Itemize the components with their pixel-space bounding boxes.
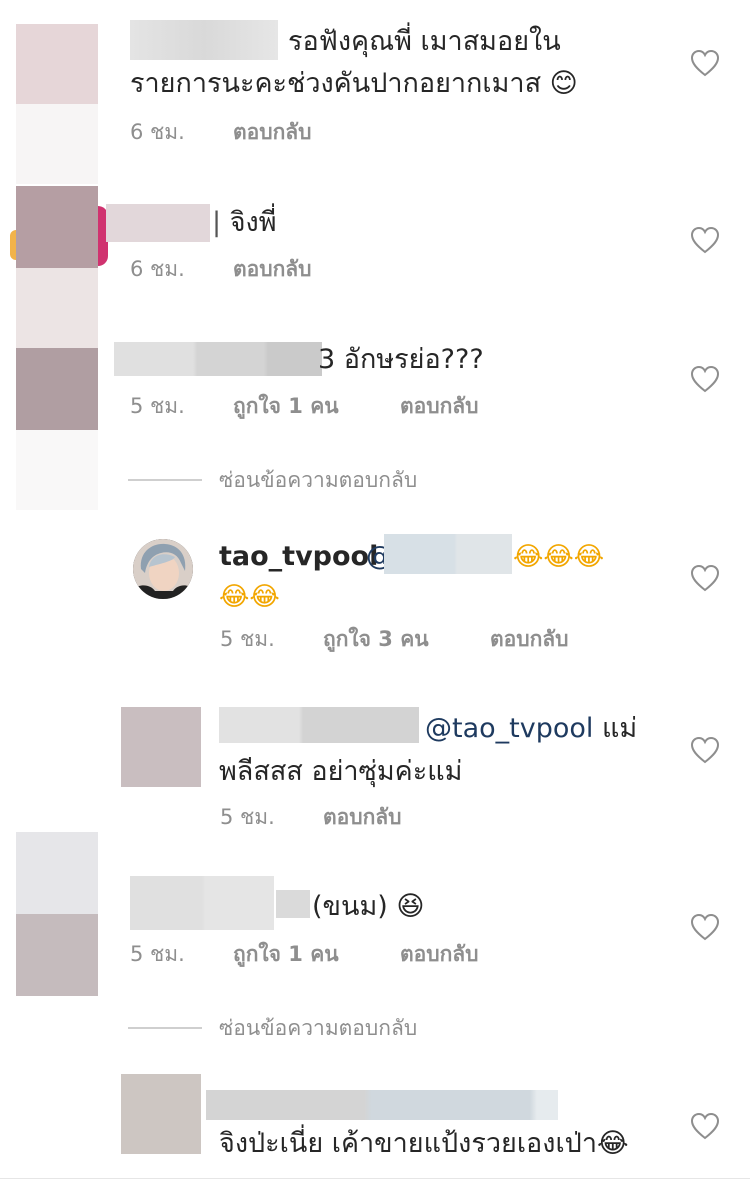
reply-button[interactable]: ตอบกลับ bbox=[400, 940, 479, 968]
timestamp: 6 ชม. bbox=[130, 120, 185, 144]
likes-count[interactable]: ถูกใจ 3 คน bbox=[323, 625, 429, 653]
emoji-laughing: 😂😂😂 bbox=[513, 542, 605, 572]
heart-icon[interactable] bbox=[690, 913, 720, 941]
likes-count[interactable]: ถูกใจ 1 คน bbox=[233, 392, 339, 420]
bottom-edge bbox=[0, 1178, 750, 1179]
divider bbox=[128, 479, 202, 481]
heart-icon[interactable] bbox=[690, 1112, 720, 1140]
comment-text-tail: แม่ bbox=[602, 713, 638, 744]
blurred-username-tail bbox=[276, 890, 310, 918]
blurred-username bbox=[114, 342, 322, 376]
avatar-ring-left bbox=[10, 230, 16, 260]
timestamp: 5 ชม. bbox=[130, 942, 185, 966]
timestamp: 5 ชม. bbox=[130, 394, 185, 418]
avatar[interactable] bbox=[16, 348, 98, 430]
comment-text: @tao_tvpool แม่ bbox=[425, 709, 637, 749]
avatar-upper bbox=[16, 832, 98, 914]
heart-icon[interactable] bbox=[690, 564, 720, 592]
comment-text-line2: พลีสสส อย่าซุ่มค่ะแม่ bbox=[219, 756, 463, 787]
reply-button[interactable]: ตอบกลับ bbox=[233, 255, 312, 283]
hide-replies-button[interactable]: ซ่อนข้อความตอบกลับ bbox=[219, 466, 417, 494]
blurred-username bbox=[130, 876, 274, 930]
username[interactable]: tao_tvpool bbox=[219, 541, 378, 572]
likes-count[interactable]: ถูกใจ 1 คน bbox=[233, 940, 339, 968]
timestamp: 6 ชม. bbox=[130, 257, 185, 281]
emoji-laughing-line2: 😂😂 bbox=[219, 582, 280, 612]
comment-text-body: จิงพี่ bbox=[229, 207, 277, 238]
avatar[interactable] bbox=[121, 707, 201, 787]
reply-button[interactable]: ตอบกลับ bbox=[233, 118, 312, 146]
heart-icon[interactable] bbox=[690, 736, 720, 764]
blurred-username bbox=[219, 707, 419, 743]
comment-text: จิงป่ะเนี่ย เค้าขายแป้งรวยเองเป่า😂 bbox=[219, 1128, 629, 1159]
divider bbox=[128, 1027, 202, 1029]
comment-text: (ขนม) 😆 bbox=[312, 891, 425, 922]
hide-replies-button[interactable]: ซ่อนข้อความตอบกลับ bbox=[219, 1014, 417, 1042]
blurred-username bbox=[106, 204, 210, 242]
heart-icon[interactable] bbox=[690, 365, 720, 393]
avatar-lower bbox=[16, 268, 98, 348]
heart-icon[interactable] bbox=[690, 226, 720, 254]
reply-button[interactable]: ตอบกลับ bbox=[490, 625, 569, 653]
timestamp: 5 ชม. bbox=[220, 805, 275, 829]
avatar[interactable] bbox=[16, 24, 98, 104]
timestamp: 5 ชม. bbox=[220, 627, 275, 651]
avatar[interactable] bbox=[133, 539, 193, 599]
blurred-username bbox=[206, 1090, 558, 1120]
comment-text: 3 อักษรย่อ??? bbox=[318, 344, 484, 375]
comment-text: tao_tvpool bbox=[219, 537, 378, 577]
comment-text-line2: รายการนะคะช่วงคันปากอยากเมาส 😊 bbox=[130, 68, 578, 99]
avatar-lower bbox=[16, 430, 98, 510]
avatar-lower bbox=[16, 104, 98, 184]
reply-button[interactable]: ตอบกลับ bbox=[323, 803, 402, 831]
mention-link[interactable]: @tao_tvpool bbox=[425, 713, 593, 744]
avatar[interactable] bbox=[16, 914, 98, 996]
heart-icon[interactable] bbox=[690, 49, 720, 77]
comment-text: | จิงพี่ bbox=[212, 207, 277, 238]
comment-text: รอฟังคุณพี่ เมาสมอยใน bbox=[288, 26, 561, 57]
avatar[interactable] bbox=[121, 1074, 201, 1154]
blurred-username bbox=[130, 20, 278, 60]
blurred-mention bbox=[384, 534, 512, 574]
reply-button[interactable]: ตอบกลับ bbox=[400, 392, 479, 420]
avatar[interactable] bbox=[16, 186, 98, 268]
